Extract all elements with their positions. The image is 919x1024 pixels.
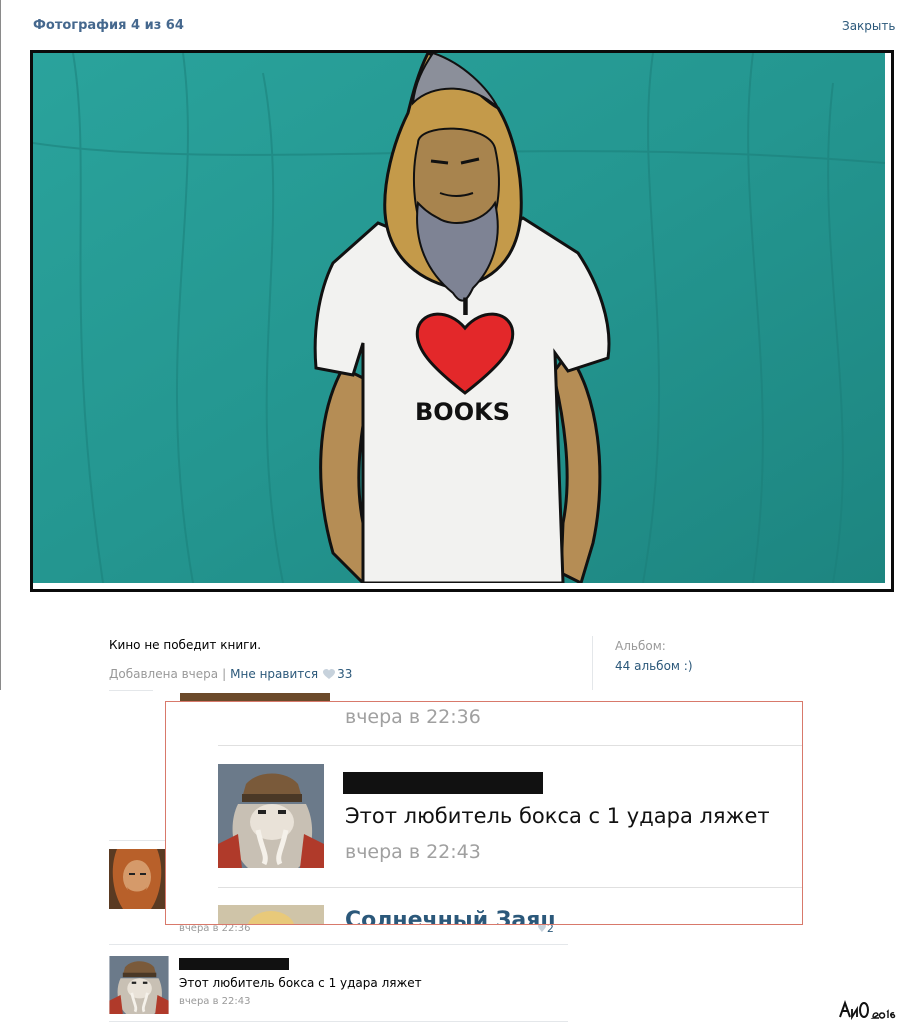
comment-text: Этот любитель бокса с 1 удара ляжет — [179, 976, 422, 990]
comment-divider — [109, 944, 568, 945]
zoom-next-avatar[interactable] — [218, 905, 324, 924]
avatar-tusk-icon — [109, 956, 169, 1014]
caption-divider — [109, 690, 153, 691]
shirt-text-bottom: BOOKS — [415, 398, 510, 426]
photo-image[interactable]: I BOOKS — [30, 50, 894, 592]
zoom-author-redacted — [343, 772, 543, 794]
shirt-text-top: I — [461, 293, 470, 321]
avatar-blonde-icon — [247, 911, 295, 924]
photo-meta: Добавлена вчера | Мне нравится 33 — [109, 667, 352, 681]
zoom-callout: вчера в 22:36 Этот любитель бокса с 1 уд… — [165, 701, 803, 925]
album-link[interactable]: 44 альбом :) — [615, 659, 693, 673]
comment-avatar[interactable] — [109, 849, 165, 909]
avatar-warrior-icon — [109, 849, 165, 909]
left-eye — [430, 159, 449, 165]
left-border — [0, 0, 1, 690]
comment-time: вчера в 22:43 — [179, 996, 251, 1007]
comment-divider — [109, 1021, 568, 1022]
heart-icon[interactable] — [323, 669, 336, 679]
zoom-comment-avatar[interactable] — [218, 764, 324, 868]
avatar-tusk-icon — [218, 764, 324, 868]
meta-separator: | — [222, 667, 227, 681]
zoom-comment-text: Этот любитель бокса с 1 удара ляжет — [345, 804, 770, 828]
artist-signature — [839, 1000, 896, 1020]
comment-divider — [109, 840, 165, 841]
partial-avatar — [180, 693, 330, 701]
close-link[interactable]: Закрыть — [842, 19, 895, 33]
zoom-next-author[interactable]: Солнечный Заяц — [345, 908, 557, 924]
zoom-comment-time: вчера в 22:36 — [345, 706, 481, 728]
like-button[interactable]: Мне нравится — [230, 667, 318, 681]
zoom-comment-time: вчера в 22:43 — [345, 841, 481, 863]
photo-counter-title: Фотография 4 из 64 — [33, 18, 184, 33]
comment-author-redacted — [179, 958, 289, 970]
zoom-divider — [218, 745, 802, 746]
album-label: Альбом: — [615, 639, 666, 653]
info-divider — [592, 636, 593, 690]
zoom-divider — [218, 887, 802, 888]
photo-illustration: I BOOKS — [33, 53, 885, 583]
added-label: Добавлена вчера — [109, 667, 219, 681]
like-count: 33 — [337, 667, 353, 681]
photo-description: Кино не победит книги. — [109, 638, 262, 652]
comment-avatar[interactable] — [109, 956, 169, 1014]
